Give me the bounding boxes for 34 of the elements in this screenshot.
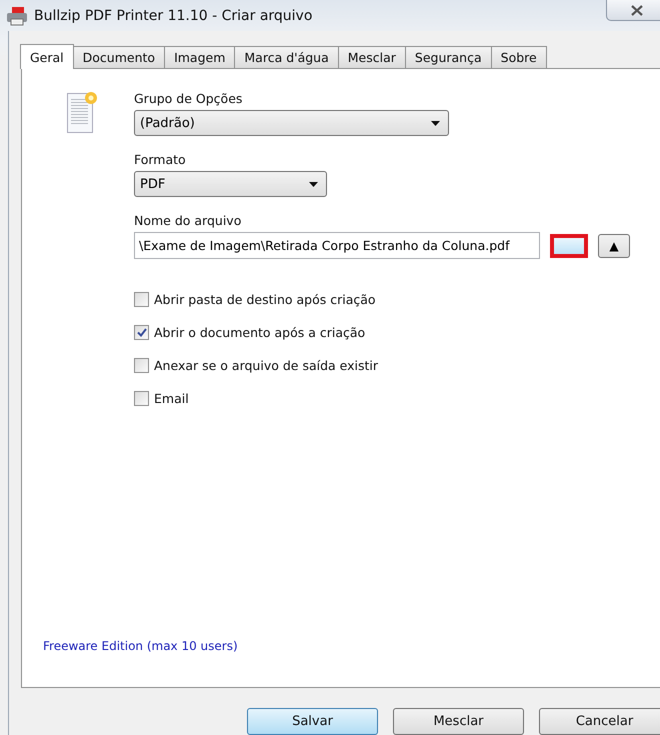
checkbox[interactable] [134,325,149,340]
dialog-button[interactable]: Mesclar [393,708,524,735]
checkbox[interactable] [134,292,149,307]
up-button[interactable]: ▲ [598,234,630,258]
edition-note: Freeware Edition (max 10 users) [43,639,238,653]
field-label: Formato [134,152,187,167]
checkbox-label: Abrir o documento após a criação [154,325,366,340]
checkbox-label: Anexar se o arquivo de saída existir [154,358,378,373]
checkbox-label: Email [154,391,189,406]
checkbox[interactable] [134,358,149,373]
option-group-dropdown[interactable]: (Padrão) [134,110,449,136]
tab[interactable]: Sobre [490,46,547,69]
close-button[interactable] [606,0,660,21]
dialog-button[interactable]: Cancelar [539,708,660,735]
dropdown-arrow-icon [309,182,318,186]
tab[interactable]: Segurança [404,46,492,69]
checkbox[interactable] [134,391,149,406]
checkbox-label: Abrir pasta de destino após criação [154,292,376,307]
tab[interactable]: Documento [72,46,166,69]
tab[interactable]: Mesclar [338,46,406,69]
file-name-field[interactable]: \Exame de Imagem\Retirada Corpo Estranho da Coluna.pdf [134,232,540,259]
dropdown-arrow-icon [431,120,440,126]
tab[interactable]: Imagem [164,46,236,69]
field-label: Grupo de Opções [134,91,244,106]
tab[interactable]: Geral [20,44,74,69]
close-icon [631,4,643,16]
format-dropdown[interactable]: PDF [134,171,327,197]
browse-button[interactable] [550,234,588,258]
printer-icon [6,6,28,26]
tab[interactable]: Marca d'água [234,46,339,69]
dialog-button[interactable]: Salvar [247,708,378,735]
document-icon [67,91,97,133]
window-title: Bullzip PDF Printer 11.10 - Criar arquivo [34,8,312,24]
field-label: Nome do arquivo [134,213,242,228]
